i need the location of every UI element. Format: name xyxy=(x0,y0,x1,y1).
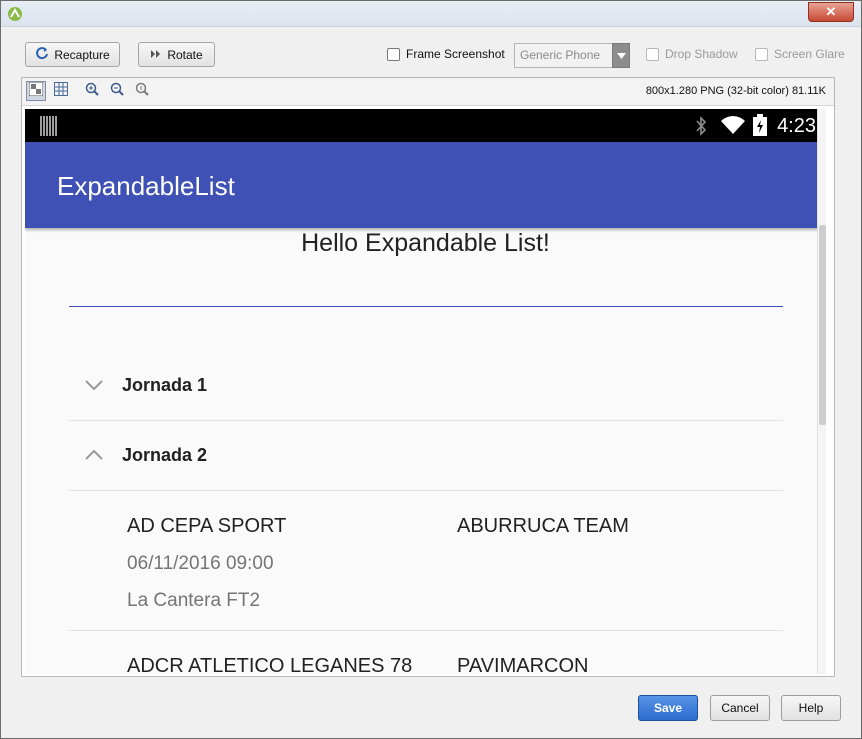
app-bar: ExpandableList xyxy=(25,142,826,228)
group-label: Jornada 1 xyxy=(122,375,208,395)
frame-screenshot-box[interactable] xyxy=(387,47,400,61)
phone-screenshot: 4:23 ExpandableList Hello Expandable Lis… xyxy=(25,109,826,674)
drop-shadow-box[interactable] xyxy=(646,47,659,61)
status-time: 4:23 xyxy=(777,115,816,137)
rotate-label: Rotate xyxy=(167,47,203,62)
drop-shadow-checkbox[interactable]: Drop Shadow xyxy=(646,47,738,61)
recapture-button[interactable]: Recapture xyxy=(25,42,120,67)
screen-glare-label: Screen Glare xyxy=(774,47,845,61)
home-team: AD CEPA SPORT xyxy=(127,515,287,537)
screen-glare-checkbox[interactable]: Screen Glare xyxy=(755,47,845,61)
chevron-down-icon xyxy=(83,377,105,393)
match-venue: La Cantera FT2 xyxy=(127,590,261,611)
zoom-out-icon xyxy=(110,82,124,101)
zoom-out-button[interactable] xyxy=(107,81,127,101)
wifi-icon xyxy=(721,116,745,139)
rotate-button[interactable]: Rotate xyxy=(138,42,215,67)
group-label: Jornada 2 xyxy=(122,445,208,465)
close-window-button[interactable]: ✕ xyxy=(808,2,854,22)
chevron-down-icon[interactable] xyxy=(612,43,630,68)
viewer-toolbar: 800x1.280 PNG (32-bit color) 81.11K xyxy=(22,78,834,106)
save-button[interactable]: Save xyxy=(638,695,698,721)
checkerboard-icon xyxy=(28,81,44,101)
grid-icon xyxy=(54,81,68,101)
match-item[interactable]: ADCR ATLETICO LEGANES 78 PAVIMARCON xyxy=(69,631,783,674)
fit-view-button[interactable] xyxy=(26,81,46,101)
status-bar: 4:23 xyxy=(25,109,826,142)
zoom-actual-icon xyxy=(135,82,149,101)
screen-glare-box[interactable] xyxy=(755,47,768,61)
barcode-icon xyxy=(40,116,58,141)
home-team: ADCR ATLETICO LEGANES 78 xyxy=(127,655,413,674)
rotate-icon xyxy=(150,48,162,62)
group-row-jornada-1[interactable]: Jornada 1 xyxy=(69,351,783,421)
match-datetime: 06/11/2016 09:00 xyxy=(127,553,274,574)
vertical-scrollbar[interactable] xyxy=(817,109,826,674)
away-team: PAVIMARCON xyxy=(457,655,589,674)
chevron-up-icon xyxy=(83,447,105,463)
device-select[interactable]: Generic Phone xyxy=(514,43,630,68)
recapture-label: Recapture xyxy=(54,47,110,62)
frame-screenshot-label: Frame Screenshot xyxy=(406,47,505,61)
image-viewer: 800x1.280 PNG (32-bit color) 81.11K 4:23 xyxy=(21,77,835,677)
bluetooth-icon xyxy=(695,115,707,142)
heading-divider xyxy=(69,306,783,307)
group-row-jornada-2[interactable]: Jornada 2 xyxy=(69,421,783,491)
image-info: 800x1.280 PNG (32-bit color) 81.11K xyxy=(645,85,826,97)
drop-shadow-label: Drop Shadow xyxy=(665,47,738,61)
zoom-in-icon xyxy=(85,82,99,101)
cancel-button[interactable]: Cancel xyxy=(710,695,770,721)
away-team: ABURRUCA TEAM xyxy=(457,515,629,537)
app-title: ExpandableList xyxy=(57,171,235,201)
android-studio-icon xyxy=(7,6,23,22)
help-button[interactable]: Help xyxy=(781,695,841,721)
top-toolbar: Recapture Rotate Frame Screenshot Generi… xyxy=(1,27,861,75)
battery-icon xyxy=(753,114,767,141)
grid-view-button[interactable] xyxy=(51,81,71,101)
page-heading: Hello Expandable List! xyxy=(301,229,550,257)
zoom-in-button[interactable] xyxy=(82,81,102,101)
actual-size-button[interactable] xyxy=(132,81,152,101)
refresh-icon xyxy=(35,46,49,63)
screenshot-dialog-window: ✕ Recapture Rotate Frame Screenshot Gene… xyxy=(0,0,862,739)
device-select-value: Generic Phone xyxy=(520,48,601,62)
scrollbar-thumb[interactable] xyxy=(819,225,826,425)
title-bar: ✕ xyxy=(1,1,861,27)
frame-screenshot-checkbox[interactable]: Frame Screenshot xyxy=(387,47,505,61)
match-item[interactable]: AD CEPA SPORT ABURRUCA TEAM 06/11/2016 0… xyxy=(69,491,783,631)
